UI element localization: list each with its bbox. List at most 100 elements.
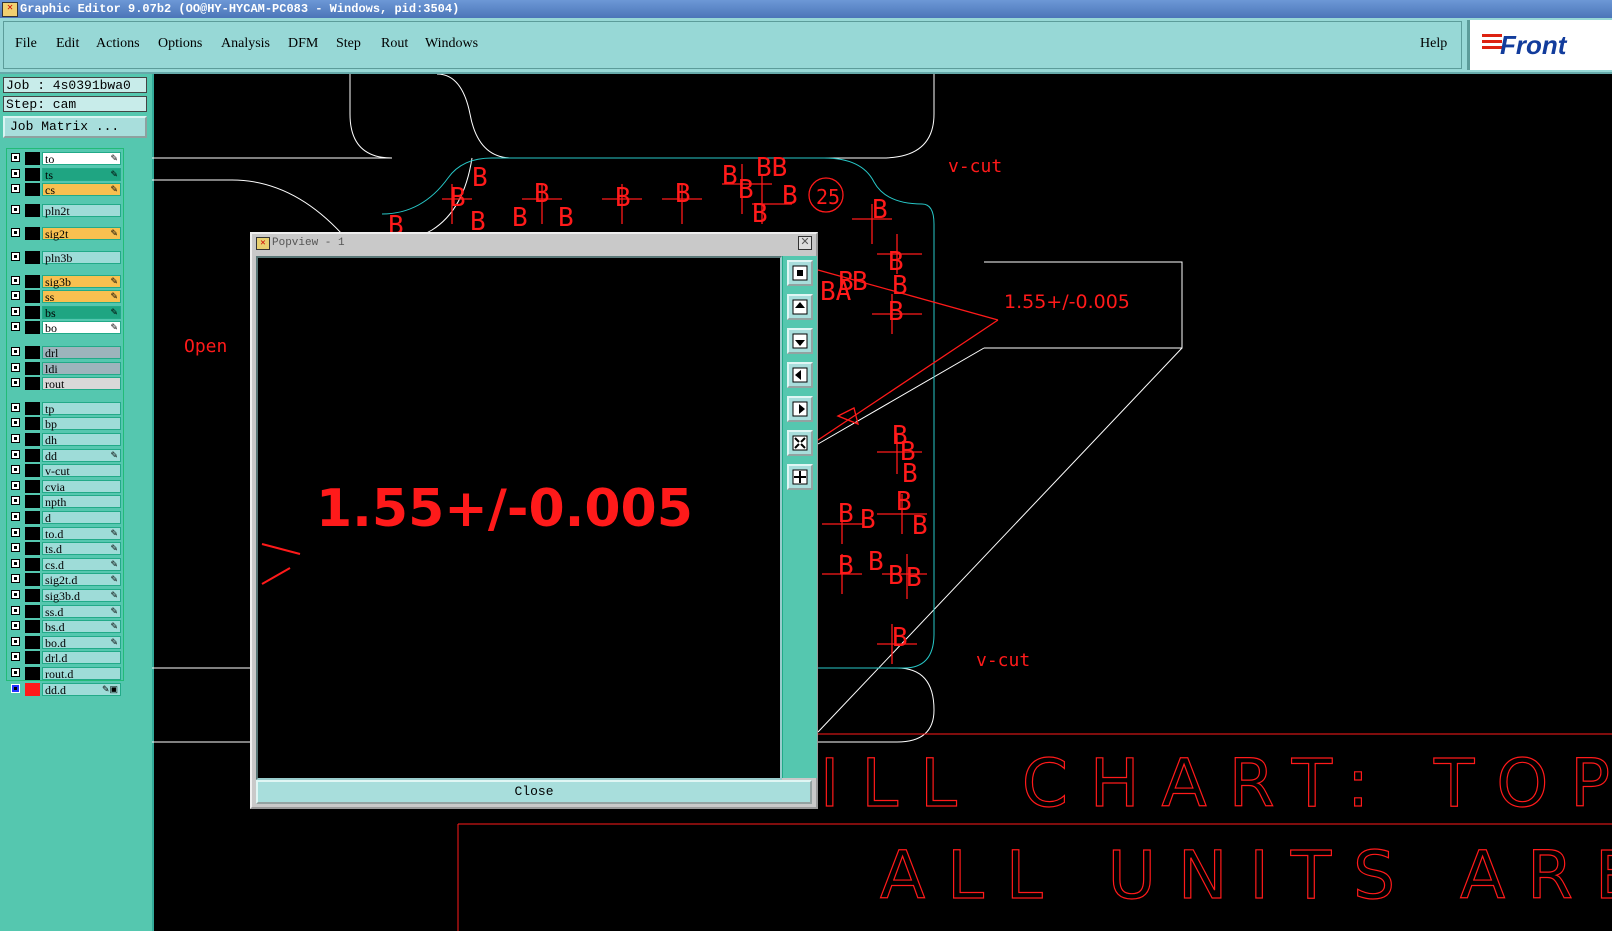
layer-checkbox[interactable] [11, 683, 20, 693]
layer-row-ts-d[interactable]: ts.d ✎ [9, 542, 121, 556]
layer-name[interactable]: bo.d [42, 635, 121, 649]
layer-row-bs[interactable]: bs ✎ [9, 305, 121, 319]
layer-checkbox[interactable] [11, 496, 20, 506]
layer-name[interactable]: bs [42, 305, 121, 319]
layer-color-swatch[interactable] [25, 682, 40, 696]
layer-row-cvia[interactable]: cvia [9, 479, 121, 493]
menu-dfm[interactable]: DFM [288, 36, 318, 52]
layer-row-bo-d[interactable]: bo.d ✎ [9, 635, 121, 649]
layer-name[interactable]: ts [42, 167, 121, 181]
layer-name[interactable]: drl [42, 346, 121, 359]
layer-color-swatch[interactable] [25, 321, 40, 335]
layer-color-swatch[interactable] [25, 417, 40, 431]
layer-row-drl-d[interactable]: drl.d [9, 651, 121, 665]
layer-row-v-cut[interactable]: v-cut [9, 464, 121, 478]
layer-name[interactable]: cs [42, 183, 121, 197]
layer-checkbox[interactable] [11, 574, 20, 584]
layer-name[interactable]: sig3b [42, 274, 121, 288]
menu-file[interactable]: File [15, 36, 37, 52]
layer-checkbox[interactable] [11, 434, 20, 443]
layer-row-pln2t[interactable]: pln2t [9, 203, 121, 217]
layer-checkbox[interactable] [11, 306, 20, 316]
layer-color-swatch[interactable] [25, 495, 40, 509]
zoom-in-icon[interactable] [787, 430, 813, 456]
layer-name[interactable]: dh [42, 433, 121, 446]
layer-checkbox[interactable] [11, 512, 20, 521]
layer-row-ldi[interactable]: ldi [9, 361, 121, 375]
layer-checkbox[interactable] [11, 449, 20, 459]
layer-checkbox[interactable] [11, 228, 20, 238]
menu-rout[interactable]: Rout [381, 36, 408, 52]
layer-name[interactable]: cs.d [42, 557, 121, 571]
layer-checkbox[interactable] [11, 347, 20, 356]
layer-checkbox[interactable] [11, 184, 20, 194]
layer-color-swatch[interactable] [25, 167, 40, 181]
layer-row-to[interactable]: to ✎ [9, 152, 121, 165]
layer-row-ss-d[interactable]: ss.d ✎ [9, 604, 121, 618]
layer-name[interactable]: bo [42, 321, 121, 335]
layer-checkbox[interactable] [11, 480, 20, 490]
layer-checkbox[interactable] [11, 252, 20, 261]
layer-name[interactable]: d [42, 511, 121, 524]
layer-name[interactable]: ts.d [42, 542, 121, 556]
layer-row-pln3b[interactable]: pln3b [9, 251, 121, 264]
layer-color-swatch[interactable] [25, 227, 40, 241]
layer-row-sig2t-d[interactable]: sig2t.d ✎ [9, 573, 121, 587]
layer-checkbox[interactable] [11, 168, 20, 178]
layer-name[interactable]: tp [42, 401, 121, 415]
layer-color-swatch[interactable] [25, 589, 40, 602]
layer-color-swatch[interactable] [25, 542, 40, 556]
layer-name[interactable]: dd [42, 448, 121, 462]
layer-row-dh[interactable]: dh [9, 433, 121, 446]
layer-checkbox[interactable] [11, 652, 20, 662]
layer-checkbox[interactable] [11, 418, 20, 428]
layer-name[interactable]: drl.d [42, 651, 121, 665]
menu-analysis[interactable]: Analysis [221, 36, 270, 52]
layer-checkbox[interactable] [11, 362, 20, 372]
popview-title-bar[interactable]: ✕ Popview - 1 ✕ [252, 234, 816, 252]
layer-name[interactable]: bs.d [42, 620, 121, 634]
layer-checkbox[interactable] [11, 291, 20, 301]
layer-checkbox[interactable] [11, 668, 20, 677]
layer-name[interactable]: ss.d [42, 604, 121, 618]
layer-color-swatch[interactable] [25, 464, 40, 478]
layer-name[interactable]: to.d [42, 526, 121, 540]
layer-row-sig2t[interactable]: sig2t ✎ [9, 227, 121, 241]
layer-color-swatch[interactable] [25, 305, 40, 319]
layer-name[interactable]: npth [42, 495, 121, 509]
layer-color-swatch[interactable] [25, 667, 40, 680]
layer-color-swatch[interactable] [25, 573, 40, 587]
popview-close-icon[interactable]: ✕ [798, 236, 812, 250]
layer-name[interactable]: to [42, 152, 121, 165]
menu-edit[interactable]: Edit [56, 36, 79, 52]
popview-close-button[interactable]: Close [256, 780, 812, 804]
layer-color-swatch[interactable] [25, 251, 40, 264]
layer-color-swatch[interactable] [25, 635, 40, 649]
layer-checkbox[interactable] [11, 204, 20, 214]
layer-color-swatch[interactable] [25, 183, 40, 197]
layer-row-cs[interactable]: cs ✎ [9, 183, 121, 197]
pan-up-icon[interactable] [787, 294, 813, 320]
layer-name[interactable]: v-cut [42, 464, 121, 478]
layer-row-npth[interactable]: npth [9, 495, 121, 509]
job-matrix-button[interactable]: Job Matrix ... [3, 116, 147, 138]
layer-checkbox[interactable] [11, 378, 20, 388]
layer-row-rout[interactable]: rout [9, 377, 121, 391]
layer-name[interactable]: pln3b [42, 251, 121, 264]
layer-color-swatch[interactable] [25, 479, 40, 493]
layer-row-sig3b[interactable]: sig3b ✎ [9, 274, 121, 288]
layer-row-rout-d[interactable]: rout.d [9, 667, 121, 680]
zoom-home-icon[interactable] [787, 260, 813, 286]
layer-checkbox[interactable] [11, 605, 20, 615]
layer-row-bp[interactable]: bp [9, 417, 121, 431]
menu-options[interactable]: Options [158, 36, 202, 52]
menu-actions[interactable]: Actions [96, 36, 140, 52]
layer-color-swatch[interactable] [25, 604, 40, 618]
layer-row-drl[interactable]: drl [9, 346, 121, 359]
zoom-out-icon[interactable] [787, 464, 813, 490]
layer-row-dd[interactable]: dd ✎ [9, 448, 121, 462]
layer-checkbox[interactable] [11, 322, 20, 332]
pan-down-icon[interactable] [787, 328, 813, 354]
layer-color-swatch[interactable] [25, 620, 40, 634]
layer-color-swatch[interactable] [25, 401, 40, 415]
